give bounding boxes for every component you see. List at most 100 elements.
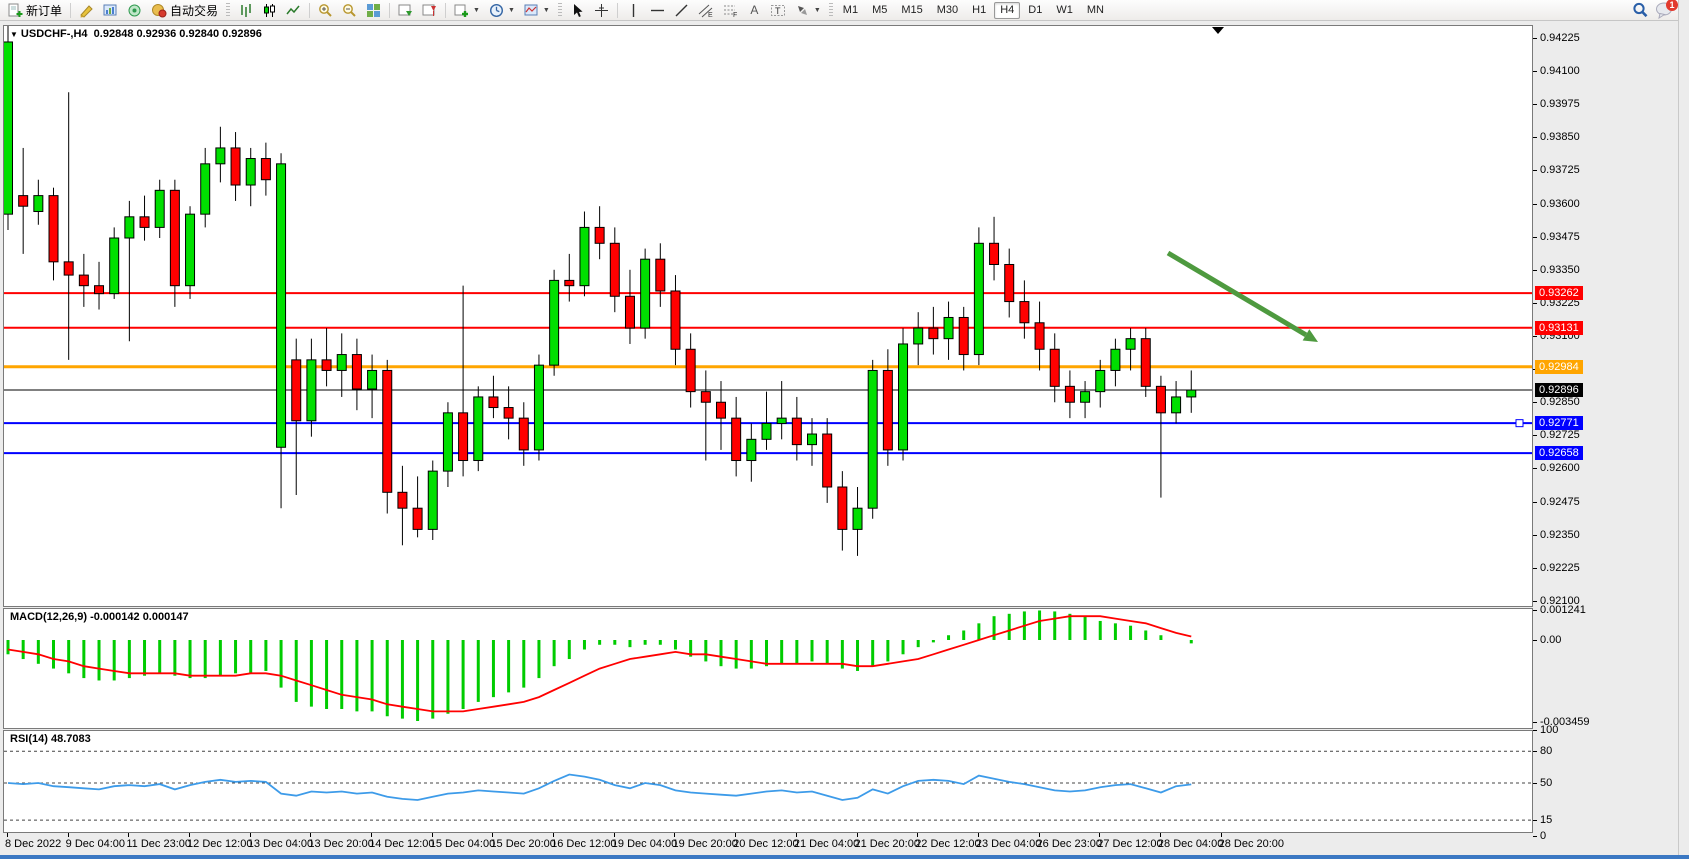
timeframe-mn-button[interactable]: MN	[1081, 2, 1110, 19]
search-icon[interactable]	[1631, 1, 1649, 19]
rsi-value: 48.7083	[51, 733, 91, 745]
window-right-edge	[1678, 0, 1689, 859]
time-tick	[189, 833, 190, 837]
candle	[534, 355, 543, 461]
level-price-label: 0.93262	[1535, 286, 1583, 300]
trendline-button[interactable]	[670, 1, 693, 20]
price-tick	[1533, 71, 1537, 72]
candle	[747, 423, 756, 481]
main-chart-panel[interactable]: ▼USDCHF-,H4 0.92848 0.92936 0.92840 0.92…	[3, 25, 1533, 607]
zoom-in-button[interactable]	[314, 1, 337, 20]
price-tick	[1533, 270, 1537, 271]
text-button[interactable]: A	[744, 1, 765, 20]
price-tick-label: 0.92600	[1540, 462, 1580, 474]
timeframe-m30-button[interactable]: M30	[931, 2, 964, 19]
bar-chart-mode-button[interactable]	[234, 1, 257, 20]
timeframe-h1-button[interactable]: H1	[966, 2, 992, 19]
level-line-handle[interactable]	[1516, 420, 1523, 427]
time-tick	[432, 833, 433, 837]
arrows-button[interactable]: ▼	[791, 1, 825, 20]
auto-trading-button[interactable]: 自动交易	[147, 1, 222, 20]
price-tick	[1533, 468, 1537, 469]
candle	[459, 286, 468, 477]
candle	[823, 418, 832, 503]
price-tick-label: 0.94225	[1540, 32, 1580, 44]
macd-panel[interactable]: MACD(12,26,9) -0.000142 0.000147	[3, 608, 1533, 729]
candlestick-chart[interactable]	[4, 26, 1532, 606]
cursor-button[interactable]	[566, 1, 589, 20]
chart-shift-icon	[422, 3, 437, 18]
macd-tick	[1533, 640, 1537, 641]
rsi-tick	[1533, 751, 1537, 752]
periods-button[interactable]: ▼	[485, 1, 519, 20]
candle	[19, 148, 28, 254]
equidistant-channel-button[interactable]: E	[694, 1, 718, 20]
candle	[170, 180, 179, 307]
symbol-dropdown-icon[interactable]: ▼	[10, 30, 18, 39]
candle	[610, 227, 619, 312]
indicators-icon	[454, 3, 469, 18]
timeframe-m15-button[interactable]: M15	[895, 2, 928, 19]
time-tick-label: 28 Dec 04:00	[1158, 838, 1223, 850]
zoom-out-icon	[342, 3, 357, 18]
new-order-button[interactable]: 新订单	[4, 1, 66, 20]
chevron-down-icon: ▼	[508, 7, 515, 14]
zoom-in-icon	[318, 3, 333, 18]
timeframe-m1-button[interactable]: M1	[837, 2, 864, 19]
time-tick	[857, 833, 858, 837]
candle	[277, 153, 286, 508]
tile-windows-button[interactable]	[362, 1, 385, 20]
time-tick	[250, 833, 251, 837]
rsi-panel[interactable]: RSI(14) 48.7083	[3, 730, 1533, 833]
chevron-down-icon: ▼	[473, 7, 480, 14]
price-axis[interactable]: 0.942250.941000.939750.938500.937250.936…	[1533, 25, 1678, 855]
line-chart-mode-button[interactable]	[282, 1, 305, 20]
fibonacci-button[interactable]: F	[719, 1, 743, 20]
zoom-out-button[interactable]	[338, 1, 361, 20]
chart-shift-button[interactable]	[418, 1, 441, 20]
news-button[interactable]	[123, 1, 146, 20]
horizontal-line-button[interactable]	[646, 1, 669, 20]
styler-button[interactable]	[75, 1, 98, 20]
candle	[1035, 302, 1044, 371]
price-tick	[1533, 502, 1537, 503]
candle	[155, 180, 164, 238]
time-tick	[917, 833, 918, 837]
indicators-button[interactable]: ▼	[450, 1, 484, 20]
time-tick-label: 26 Dec 23:00	[1037, 838, 1102, 850]
time-axis[interactable]: 8 Dec 20229 Dec 04:0011 Dec 23:0012 Dec …	[3, 833, 1533, 852]
auto-trading-label: 自动交易	[170, 2, 218, 19]
chat-button[interactable]: 1	[1655, 1, 1675, 19]
time-tick-label: 28 Dec 20:00	[1219, 838, 1284, 850]
timeframe-m5-button[interactable]: M5	[866, 2, 893, 19]
timeframe-h4-button[interactable]: H4	[994, 2, 1020, 19]
macd-chart	[4, 609, 1532, 728]
macd-tick-label: 0.00	[1540, 634, 1561, 646]
candle	[352, 339, 361, 411]
window-bottom-edge	[0, 855, 1689, 859]
candle	[1065, 370, 1074, 418]
time-tick	[310, 833, 311, 837]
horizontal-line-icon	[650, 3, 665, 18]
vertical-line-button[interactable]	[622, 1, 645, 20]
market-watch-button[interactable]	[99, 1, 122, 20]
rsi-tick-label: 50	[1540, 777, 1552, 789]
macd-values: -0.000142 0.000147	[90, 611, 188, 623]
candle	[1005, 249, 1014, 318]
time-tick	[7, 833, 8, 837]
auto-scroll-button[interactable]	[394, 1, 417, 20]
candle	[792, 397, 801, 461]
candle-chart-mode-button[interactable]	[258, 1, 281, 20]
candle	[443, 402, 452, 487]
text-label-button[interactable]: T	[766, 1, 790, 20]
templates-button[interactable]: ▼	[520, 1, 554, 20]
level-price-label: 0.92984	[1535, 360, 1583, 374]
timeframe-d1-button[interactable]: D1	[1022, 2, 1048, 19]
chart-shift-marker[interactable]	[1212, 27, 1224, 34]
time-tick	[492, 833, 493, 837]
candle	[337, 333, 346, 397]
time-tick	[553, 833, 554, 837]
crosshair-button[interactable]	[590, 1, 613, 20]
candlestick-icon	[262, 3, 277, 18]
timeframe-w1-button[interactable]: W1	[1050, 2, 1079, 19]
